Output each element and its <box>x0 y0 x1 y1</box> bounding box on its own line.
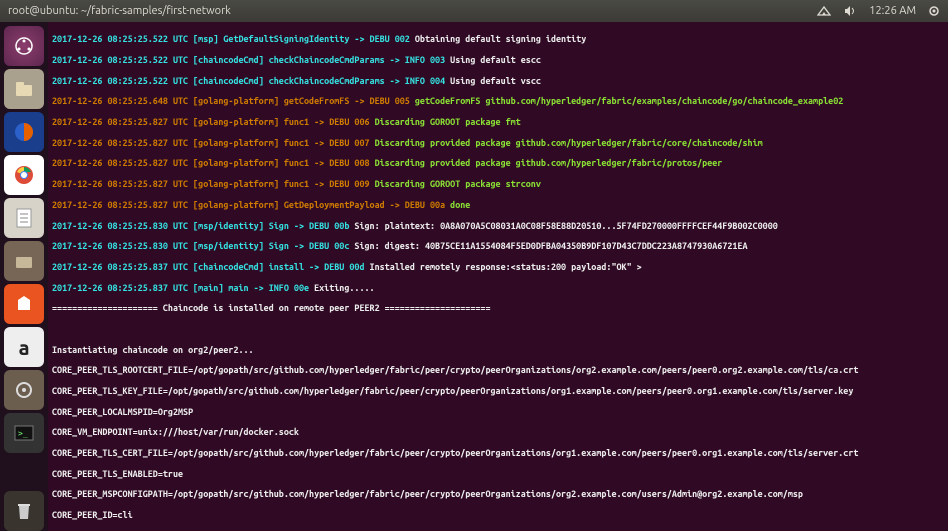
firefox-icon[interactable] <box>4 112 44 152</box>
log-line: 2017-12-26 08:25:25.522 UTC [msp] GetDef… <box>52 34 415 44</box>
software-center-icon[interactable] <box>4 284 44 324</box>
settings-icon[interactable] <box>4 370 44 410</box>
clock[interactable]: 12:26 AM <box>869 5 916 17</box>
svg-text:>_: >_ <box>18 429 28 438</box>
volume-icon[interactable] <box>843 5 857 17</box>
gear-icon[interactable] <box>928 5 940 17</box>
window-title: root@ubuntu: ~/fabric-samples/first-netw… <box>8 5 817 17</box>
unity-launcher: a >_ <box>0 22 48 531</box>
chrome-icon[interactable] <box>4 155 44 195</box>
top-menu-bar: root@ubuntu: ~/fabric-samples/first-netw… <box>0 0 948 22</box>
terminal-output[interactable]: 2017-12-26 08:25:25.522 UTC [msp] GetDef… <box>48 22 948 531</box>
terminal-icon[interactable]: >_ <box>4 413 44 453</box>
trash-icon[interactable] <box>4 491 44 531</box>
dash-icon[interactable] <box>4 26 44 66</box>
document-icon[interactable] <box>4 198 44 238</box>
files-icon[interactable] <box>4 69 44 109</box>
system-tray: 12:26 AM <box>817 5 940 17</box>
network-icon[interactable] <box>817 5 831 17</box>
folder-icon[interactable] <box>4 241 44 281</box>
amazon-icon[interactable]: a <box>4 327 44 367</box>
